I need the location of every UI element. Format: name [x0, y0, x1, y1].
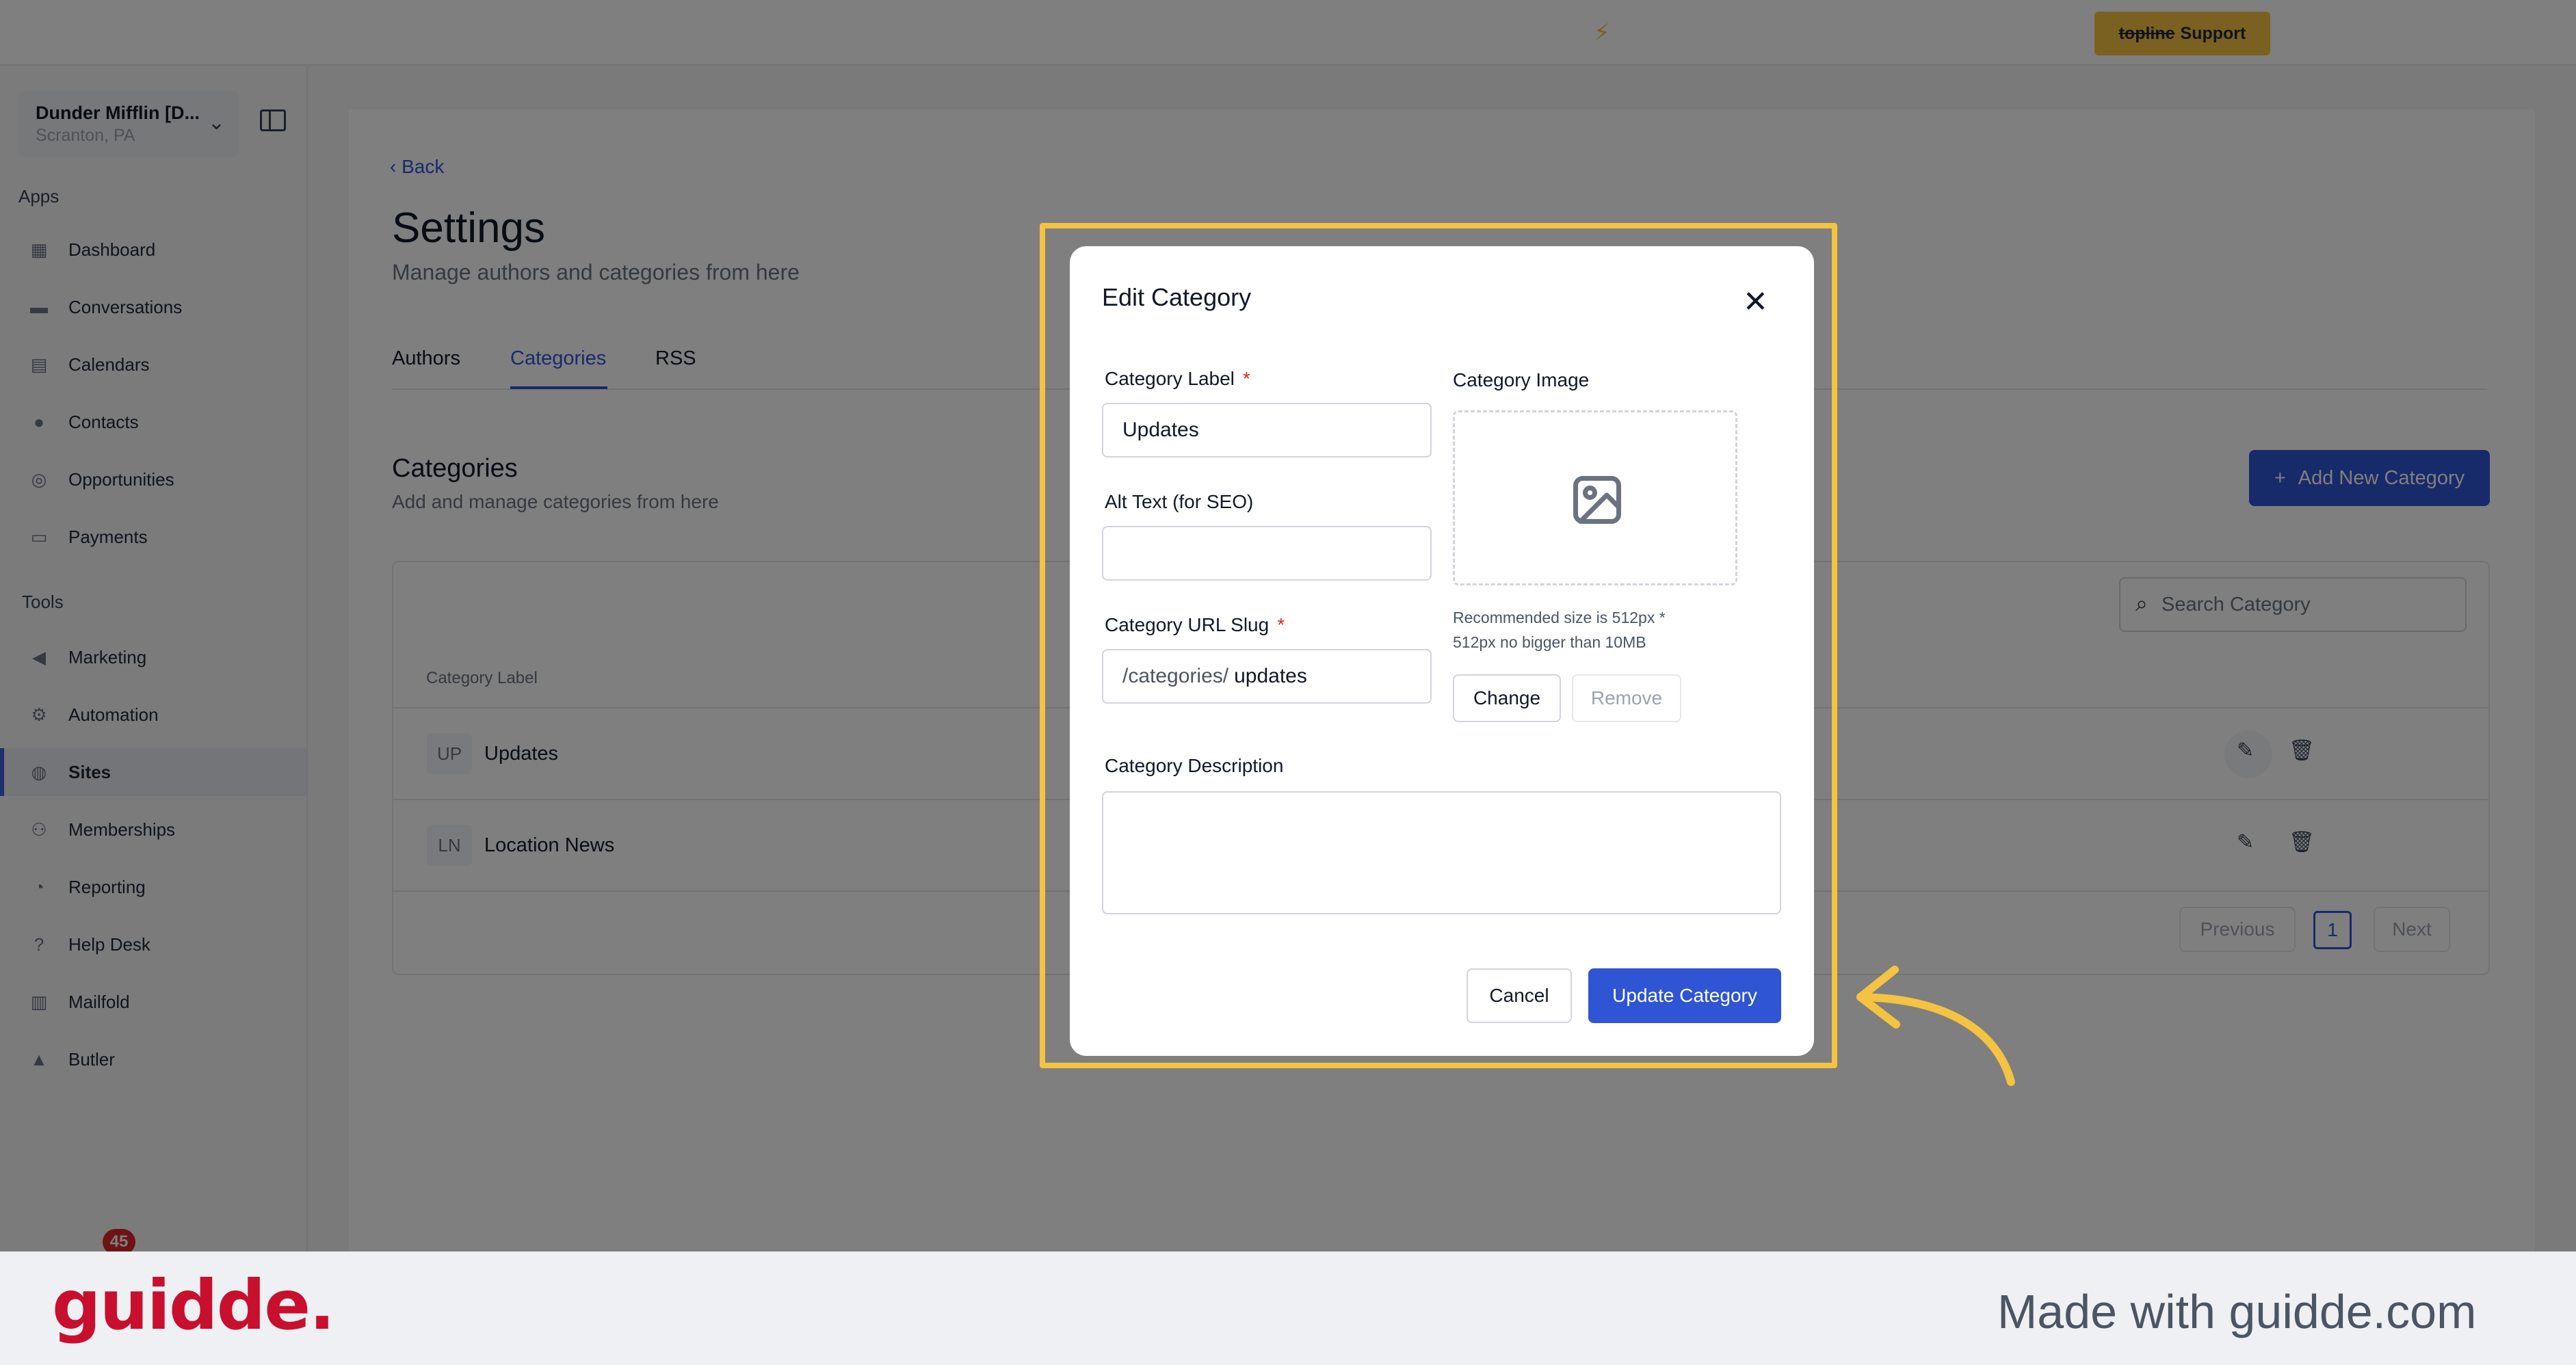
description-textarea[interactable]	[1102, 791, 1781, 914]
change-image-button[interactable]: Change	[1453, 674, 1561, 722]
label-text: Category Label	[1105, 368, 1235, 389]
category-label-input[interactable]: Updates	[1102, 403, 1432, 458]
slug-value: updates	[1234, 665, 1307, 687]
update-category-button[interactable]: Update Category	[1588, 968, 1781, 1023]
alt-text-label: Alt Text (for SEO)	[1105, 491, 1254, 512]
required-mark: *	[1242, 368, 1250, 389]
description-label: Category Description	[1105, 755, 1284, 776]
alt-text-input[interactable]	[1102, 526, 1432, 581]
image-file-hint: 512px no bigger than 10MB	[1453, 633, 1646, 651]
cancel-button[interactable]: Cancel	[1467, 968, 1572, 1023]
required-mark: *	[1277, 614, 1285, 635]
close-icon[interactable]: ✕	[1743, 284, 1768, 319]
modal-title: Edit Category	[1102, 283, 1252, 311]
image-icon	[1573, 476, 1621, 524]
remove-image-button[interactable]: Remove	[1572, 674, 1681, 722]
pointer-arrow-icon	[1856, 966, 2015, 1086]
category-label-value: Updates	[1122, 419, 1199, 441]
guidde-logo: guidde.	[52, 1265, 335, 1345]
url-slug-input[interactable]: /categories/updates	[1102, 649, 1432, 704]
category-image-label: Category Image	[1453, 369, 1590, 390]
slug-prefix: /categories/	[1122, 665, 1229, 687]
category-label-label: Category Label *	[1105, 368, 1250, 390]
image-size-hint: Recommended size is 512px *	[1453, 609, 1666, 626]
image-upload-area[interactable]	[1453, 410, 1737, 585]
label-text: Category URL Slug	[1105, 614, 1270, 635]
url-slug-label: Category URL Slug *	[1105, 614, 1285, 636]
made-with-text: Made with guidde.com	[1997, 1285, 2477, 1338]
